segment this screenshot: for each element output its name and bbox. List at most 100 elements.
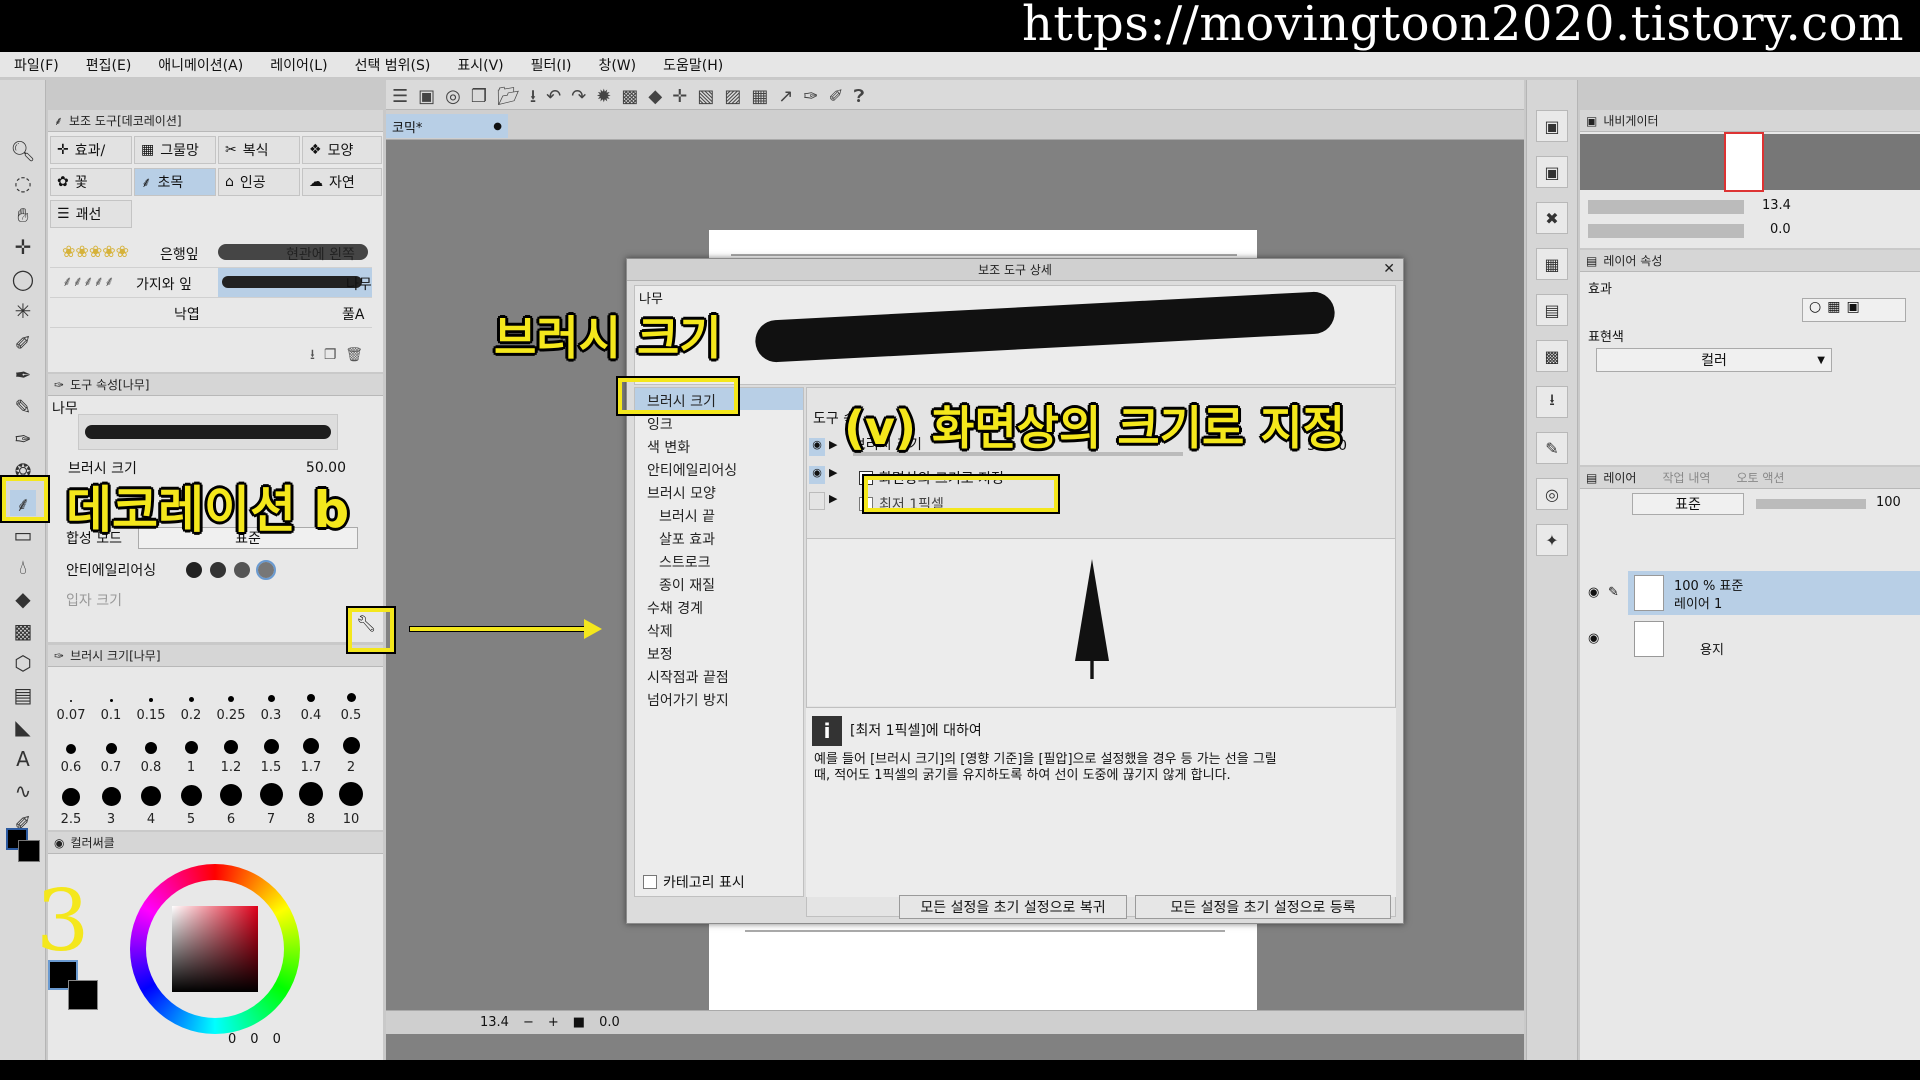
fill-tool-icon[interactable]: ◆ <box>10 586 36 612</box>
material-icon[interactable]: ▦ <box>1536 248 1568 280</box>
eraser-tool-icon[interactable]: ▭ <box>10 522 36 548</box>
material-icon[interactable]: ▣ <box>1536 156 1568 188</box>
text-tool-icon[interactable]: A <box>10 746 36 772</box>
opacity-slider[interactable] <box>1756 499 1866 509</box>
material-icon[interactable]: ✦ <box>1536 524 1568 556</box>
aa-options[interactable] <box>186 560 277 580</box>
material-icon[interactable]: ◎ <box>1536 478 1568 510</box>
group-plant[interactable]: ⸙ 초목 <box>134 168 216 196</box>
expand-icon[interactable]: ▶ <box>829 466 837 479</box>
tab-history[interactable]: 작업 내역 <box>1662 469 1710 486</box>
nav-zoom[interactable]: 13.4 <box>1762 198 1791 213</box>
stop-icon[interactable]: ■ <box>573 1015 585 1030</box>
tab-close-icon[interactable]: ● <box>493 121 502 132</box>
effect-buttons[interactable]: ○▦▣ <box>1802 298 1906 322</box>
category-overflow[interactable]: 넘어가기 방지 <box>647 690 729 710</box>
material-icon[interactable]: ✖ <box>1536 202 1568 234</box>
aa-strong-icon[interactable] <box>256 560 277 580</box>
brush-size-preset[interactable]: 4 <box>132 779 170 827</box>
group-effect[interactable]: ✛ 효과/ <box>50 136 132 164</box>
menu-selection[interactable]: 선택 범위(S) <box>355 55 431 75</box>
reset-settings-button[interactable]: 모든 설정을 초기 설정으로 복귀 <box>899 895 1127 919</box>
expression-color-select[interactable]: 컬러 ▼ <box>1596 348 1832 372</box>
navigator-preview[interactable] <box>1580 132 1920 192</box>
menu-filter[interactable]: 필터(I) <box>531 55 572 75</box>
brush-size-preset[interactable]: 0.25 <box>212 675 250 723</box>
menu-animation[interactable]: 애니메이션(A) <box>158 55 243 75</box>
visibility-eye-icon[interactable]: ◉ <box>1588 585 1599 600</box>
lasso-tool-icon[interactable]: ◌ <box>10 170 36 196</box>
brush-row[interactable]: ⸙⸙⸙⸙⸙ 가지와 잎 나무 <box>50 268 372 298</box>
zoom-tool-icon[interactable]: 🔍︎ <box>10 138 36 164</box>
status-angle[interactable]: 0.0 <box>599 1015 620 1030</box>
saturation-square[interactable] <box>172 906 258 992</box>
brush-size-preset[interactable]: 7 <box>252 779 290 827</box>
ruler-tool-icon[interactable]: ◣ <box>10 714 36 740</box>
category-brush-shape[interactable]: 브러시 모양 <box>647 483 716 503</box>
canvas-tab[interactable]: 코믹* ● <box>386 114 508 138</box>
brush-size-preset[interactable]: 0.3 <box>252 675 290 723</box>
aa-none-icon[interactable] <box>186 562 203 578</box>
sub-color-swatch[interactable] <box>18 840 40 862</box>
material-icon[interactable]: ▣ <box>1536 110 1568 142</box>
brush-size-preset[interactable]: 0.7 <box>92 727 130 775</box>
category-paper-texture[interactable]: 종이 재질 <box>659 575 715 595</box>
frame-tool-icon[interactable]: ▤ <box>10 682 36 708</box>
selection-tool-icon[interactable]: ◯ <box>10 266 36 292</box>
show-category-row[interactable]: 카테고리 표시 <box>643 872 745 892</box>
category-ink[interactable]: 잉크 <box>647 414 673 434</box>
show-category-checkbox[interactable] <box>643 875 657 889</box>
brush-size-preset[interactable]: 1.7 <box>292 727 330 775</box>
color-bg-swatch[interactable] <box>68 980 98 1010</box>
menu-view[interactable]: 표시(V) <box>457 55 503 75</box>
layer-row[interactable]: ◉ 용지 <box>1580 617 1920 661</box>
brush-size-preset[interactable]: 0.15 <box>132 675 170 723</box>
material-icon[interactable]: ▤ <box>1536 294 1568 326</box>
edit-pen-icon[interactable]: ✎ <box>1608 585 1619 600</box>
group-artificial[interactable]: ⌂ 인공 <box>218 168 300 196</box>
group-clothing[interactable]: ✂ 복식 <box>218 136 300 164</box>
group-flower[interactable]: ✿ 꽃 <box>50 168 132 196</box>
brush-row[interactable]: ❀❀❀❀❀ 은행잎 현관에 왼쪽 <box>50 238 372 268</box>
menu-layer[interactable]: 레이어(L) <box>270 55 327 75</box>
group-mesh[interactable]: ▦ 그물망 <box>134 136 216 164</box>
category-erase[interactable]: 삭제 <box>647 621 673 641</box>
expand-icon[interactable]: ▶ <box>829 438 837 451</box>
trash-icon[interactable]: 🗑︎ <box>345 347 363 363</box>
brush-tool-icon[interactable]: ✑ <box>10 426 36 452</box>
copy-icon[interactable]: ❐ <box>324 347 337 363</box>
category-watercolor-edge[interactable]: 수채 경계 <box>647 598 703 618</box>
brush-size-preset[interactable]: 1 <box>172 727 210 775</box>
category-correction[interactable]: 보정 <box>647 644 673 664</box>
hand-tool-icon[interactable]: ✋︎ <box>10 202 36 228</box>
move-tool-icon[interactable]: ✛ <box>10 234 36 260</box>
brush-size-preset[interactable]: 1.5 <box>252 727 290 775</box>
eye-icon[interactable] <box>809 492 825 510</box>
zoom-slider[interactable] <box>1588 200 1744 214</box>
angle-slider[interactable] <box>1588 224 1744 238</box>
group-ruled-line[interactable]: ☰ 괘선 <box>50 200 132 228</box>
layer-row[interactable]: ◉ ✎ 100 % 표준 레이어 1 <box>1580 571 1920 615</box>
brush-size-preset[interactable]: 0.1 <box>92 675 130 723</box>
material-icon[interactable]: ⭳ <box>1536 386 1568 418</box>
brush-size-preset[interactable]: 2.5 <box>52 779 90 827</box>
category-antialias[interactable]: 안티에일리어싱 <box>647 460 737 480</box>
brush-size-preset[interactable]: 5 <box>172 779 210 827</box>
brush-size-preset[interactable]: 8 <box>292 779 330 827</box>
brush-size-preset[interactable]: 0.6 <box>52 727 90 775</box>
status-zoom[interactable]: 13.4 <box>480 1015 509 1030</box>
tab-auto-action[interactable]: 오토 액션 <box>1736 469 1784 486</box>
menu-edit[interactable]: 편집(E) <box>86 55 132 75</box>
pencil-tool-icon[interactable]: ✎ <box>10 394 36 420</box>
magic-wand-icon[interactable]: ✳ <box>10 298 36 324</box>
visibility-eye-icon[interactable]: ◉ <box>1588 631 1599 646</box>
save-icon[interactable]: ⭳ <box>310 347 315 363</box>
group-nature[interactable]: ☁ 자연 <box>302 168 382 196</box>
close-icon[interactable]: ✕ <box>1383 261 1395 277</box>
category-brush-tip[interactable]: 브러시 끝 <box>659 506 715 526</box>
brush-size-preset[interactable]: 3 <box>92 779 130 827</box>
zoom-out-icon[interactable]: − <box>523 1015 534 1030</box>
eye-icon[interactable]: ◉ <box>809 438 825 456</box>
material-icon[interactable]: ✎ <box>1536 432 1568 464</box>
blend-tool-icon[interactable]: 💧︎ <box>10 554 36 580</box>
